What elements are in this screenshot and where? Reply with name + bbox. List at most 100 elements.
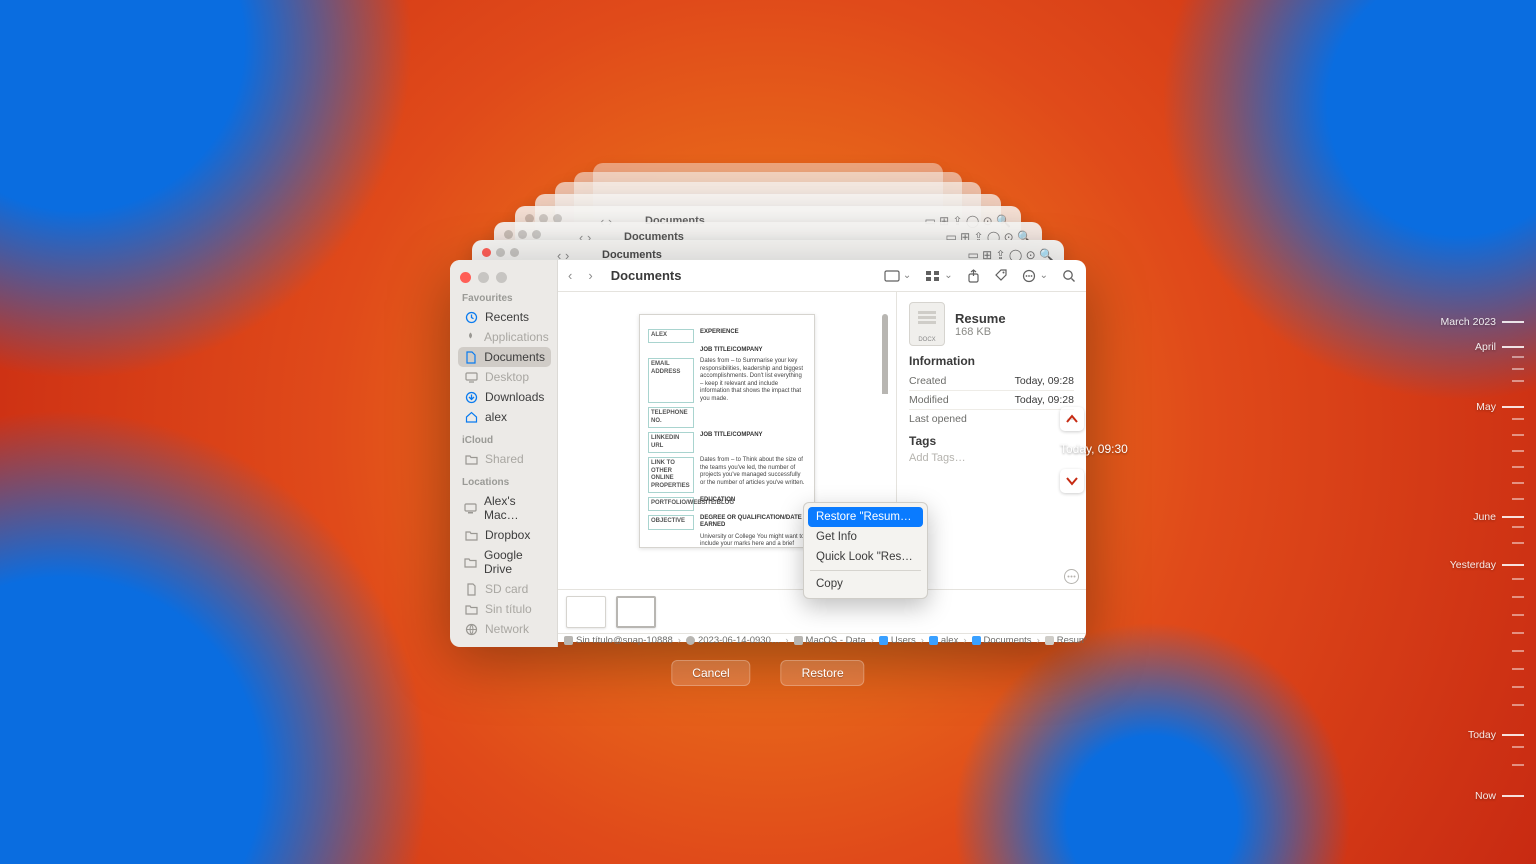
timeline-tick[interactable]: [1512, 746, 1524, 748]
timeline-tick[interactable]: [1512, 704, 1524, 706]
forward-button[interactable]: ›: [588, 268, 592, 283]
path-segment[interactable]: Users: [879, 635, 916, 646]
close-icon[interactable]: [460, 272, 471, 283]
sidebar-item-shared[interactable]: Shared: [458, 449, 551, 469]
window-controls[interactable]: [460, 272, 551, 283]
thumbnail-selected[interactable]: [616, 596, 656, 628]
sidebar-item-downloads[interactable]: Downloads: [458, 387, 551, 407]
timeline-tick[interactable]: [1512, 482, 1524, 484]
thumbnail[interactable]: [566, 596, 606, 628]
sidebar-item-label: Downloads: [485, 390, 544, 404]
timeline-tick[interactable]: [1512, 356, 1524, 358]
sidebar-item-label: Shared: [485, 452, 524, 466]
timeline-tick[interactable]: [1512, 650, 1524, 652]
menu-item[interactable]: Copy: [808, 574, 923, 594]
scrollbar[interactable]: [882, 314, 888, 474]
timeline-tick[interactable]: [1512, 498, 1524, 500]
sidebar-item-dropbox[interactable]: Dropbox: [458, 525, 551, 545]
timeline-back-button[interactable]: [1060, 407, 1084, 431]
timeline-tick[interactable]: [1512, 418, 1524, 420]
home-icon: [464, 411, 478, 423]
zoom-icon[interactable]: [496, 272, 507, 283]
timeline-tick[interactable]: [1512, 596, 1524, 598]
path-segment[interactable]: Sin título@snap-10888: [564, 635, 673, 646]
sidebar-item-sin-t-tulo[interactable]: Sin título: [458, 599, 551, 619]
timeline-tick[interactable]: [1512, 450, 1524, 452]
folder-icon: [464, 454, 478, 465]
sidebar-item-applications[interactable]: Applications: [458, 327, 551, 347]
info-row: ModifiedToday, 09:28: [909, 391, 1074, 410]
sidebar-item-alex[interactable]: alex: [458, 407, 551, 427]
menu-item[interactable]: Quick Look "Resume": [808, 547, 923, 567]
file-type-icon: DOCX: [909, 302, 945, 346]
file-size: 168 KB: [955, 326, 1006, 338]
restore-button[interactable]: Restore: [781, 660, 865, 686]
path-segment[interactable]: 2023-06-14-0930…: [686, 635, 780, 646]
path-segment[interactable]: Resume: [1045, 635, 1086, 646]
folder-icon: [464, 604, 478, 615]
sidebar-item-label: Google Drive: [484, 548, 545, 576]
sidebar-item-alex-s-mac-[interactable]: Alex's Mac…: [458, 491, 551, 525]
timeline-tick[interactable]: [1512, 686, 1524, 688]
timeline-tick[interactable]: [1512, 526, 1524, 528]
timeline-tick[interactable]: [1512, 614, 1524, 616]
sidebar-item-label: Network: [485, 622, 529, 636]
menu-item[interactable]: Restore "Resume" to…: [808, 507, 923, 527]
sidebar: Favourites Recents Applications Documents De…: [450, 260, 558, 647]
timeline-tick[interactable]: [1512, 466, 1524, 468]
timeline-tick[interactable]: [1512, 632, 1524, 634]
sidebar-item-label: Sin título: [485, 602, 532, 616]
down-icon: [464, 391, 478, 404]
group-button[interactable]: ⌄: [925, 270, 952, 282]
timeline-tick-labeled[interactable]: Yesterday: [1450, 559, 1524, 571]
path-segment[interactable]: alex: [929, 635, 958, 646]
sidebar-item-recents[interactable]: Recents: [458, 307, 551, 327]
sidebar-item-label: Applications: [484, 330, 549, 344]
finder-window: Favourites Recents Applications Documents De…: [450, 260, 1086, 642]
share-button[interactable]: [967, 269, 980, 283]
timeline-tick-labeled[interactable]: June: [1473, 511, 1524, 523]
timeline-tick[interactable]: [1512, 434, 1524, 436]
sidebar-section-label: Favourites: [462, 293, 551, 304]
mac-icon: [464, 503, 477, 514]
view-mode-button[interactable]: ⌄: [884, 270, 911, 282]
sidebar-item-sd-card[interactable]: SD card: [458, 579, 551, 599]
sidebar-section-label: Locations: [462, 477, 551, 488]
window-title: Documents: [611, 268, 682, 283]
minimize-icon[interactable]: [478, 272, 489, 283]
timeline-tick-labeled[interactable]: Today: [1468, 729, 1524, 741]
back-button[interactable]: ‹: [568, 268, 572, 283]
sidebar-item-google-drive[interactable]: Google Drive: [458, 545, 551, 579]
timeline-tick-labeled[interactable]: April: [1475, 341, 1524, 353]
net-icon: [464, 623, 478, 636]
section-information: Information: [909, 354, 1074, 368]
search-button[interactable]: [1062, 269, 1076, 283]
timeline-tick-labeled[interactable]: March 2023: [1441, 316, 1524, 328]
path-bar[interactable]: Sin título@snap-10888›2023-06-14-0930…›M…: [558, 633, 1086, 647]
timeline-tick[interactable]: [1512, 542, 1524, 544]
tag-button[interactable]: [994, 269, 1008, 283]
sidebar-item-label: alex: [485, 410, 507, 424]
timeline[interactable]: March 2023 April May June Yesterday Today Now: [1414, 0, 1524, 864]
add-tags-field[interactable]: Add Tags…: [909, 452, 1074, 464]
timeline-tick-labeled[interactable]: May: [1476, 401, 1524, 413]
timeline-forward-button[interactable]: [1060, 469, 1084, 493]
menu-item[interactable]: Get Info: [808, 527, 923, 547]
timeline-tick[interactable]: [1512, 578, 1524, 580]
timeline-tick[interactable]: [1512, 668, 1524, 670]
path-segment[interactable]: MacOS - Data: [794, 635, 866, 646]
sidebar-item-documents[interactable]: Documents: [458, 347, 551, 367]
cancel-button[interactable]: Cancel: [671, 660, 750, 686]
context-menu[interactable]: Restore "Resume" to…Get InfoQuick Look "…: [803, 502, 928, 599]
timeline-tick[interactable]: [1512, 368, 1524, 370]
path-segment[interactable]: Documents: [972, 635, 1032, 646]
timeline-tick[interactable]: [1512, 764, 1524, 766]
action-button[interactable]: ⌄: [1022, 269, 1048, 283]
timeline-tick-labeled[interactable]: Now: [1475, 790, 1524, 802]
sidebar-item-network[interactable]: Network: [458, 619, 551, 639]
timeline-tick[interactable]: [1512, 380, 1524, 382]
sidebar-item-desktop[interactable]: Desktop: [458, 367, 551, 387]
more-dots-icon[interactable]: [1063, 568, 1080, 585]
sidebar-item-label: Desktop: [485, 370, 529, 384]
doc-icon: [464, 351, 477, 364]
